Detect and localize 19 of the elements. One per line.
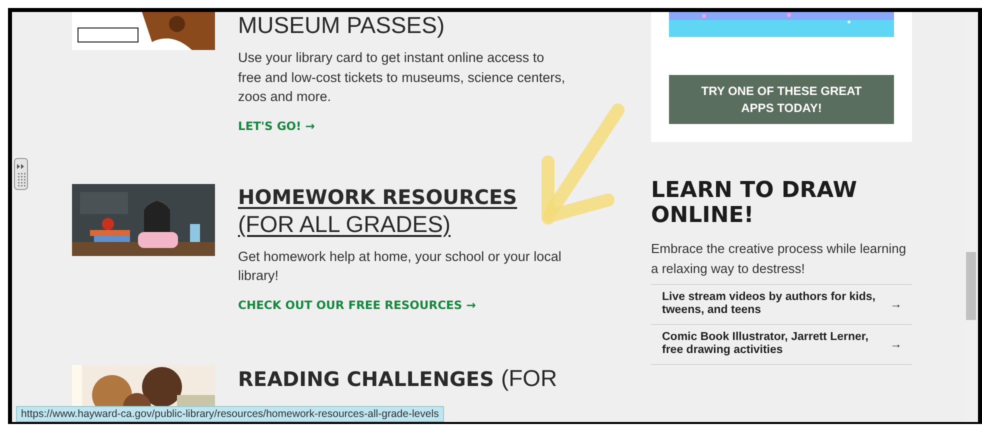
article-description: Get homework help at home, your school or your local library! <box>238 248 562 285</box>
resource-link[interactable]: Live stream videos by authors for kids, tweens, and teens → <box>651 284 912 324</box>
resource-link-text: Live stream videos by authors for kids, tweens, and teens <box>662 291 876 317</box>
resource-link-text: Comic Book Illustrator, Jarrett Lerner, free drawing activities <box>662 331 870 357</box>
article-heading: MUSEUM PASSES) <box>238 12 446 40</box>
apps-button[interactable]: TRY ONE OF THESE GREAT APPS TODAY! <box>669 75 894 124</box>
side-handle-icon[interactable] <box>14 158 30 190</box>
article-link[interactable]: CHECK OUT OUR FREE RESOURCES → <box>238 298 476 312</box>
section-title: LEARN TO DRAW ONLINE! <box>651 178 858 228</box>
arrow-icon: → <box>890 298 902 310</box>
article-link[interactable]: LET'S GO! → <box>238 118 315 132</box>
scrollbar-thumb[interactable] <box>966 252 976 320</box>
article-heading: READING CHALLENGES (FOR <box>238 364 558 392</box>
section-description: Embrace the creative process while learning a relaxing way to destress! <box>651 240 908 278</box>
article-description: Use your library card to get instant online access to free and low-cost tickets to museums, science centers, zoos and more. <box>238 49 566 106</box>
status-url: https://www.hayward-ca.gov/public-library/resources/homework-resources-all-grade-levels <box>16 406 444 422</box>
resource-link[interactable]: Comic Book Illustrator, Jarrett Lerner, free drawing activities → <box>651 324 912 365</box>
arrow-icon: → <box>890 338 902 350</box>
article-heading[interactable]: HOMEWORK RESOURCES (FOR ALL GRADES) <box>238 184 558 238</box>
